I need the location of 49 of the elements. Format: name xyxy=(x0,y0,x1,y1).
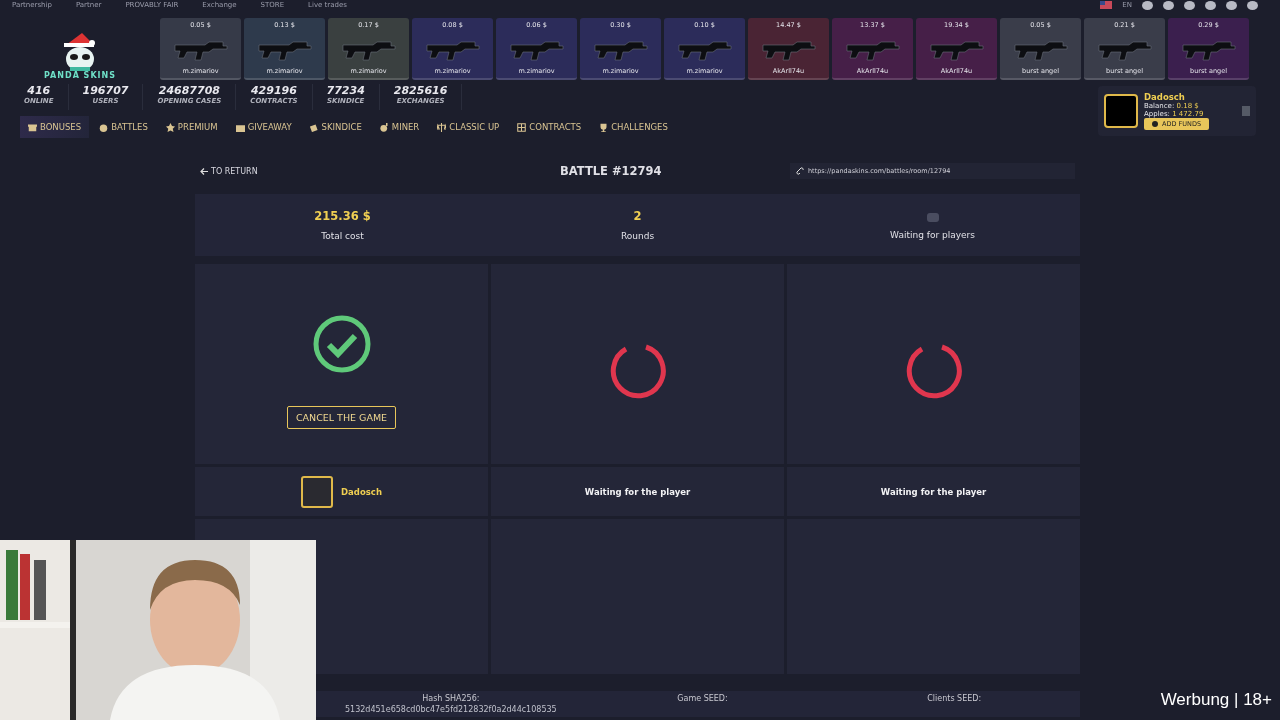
clients-seed-label: Clients SEED: xyxy=(927,694,982,703)
player-name[interactable]: Dadosch xyxy=(341,486,382,497)
user-name: Dadosch xyxy=(1144,92,1186,102)
waiting-text: Waiting for the player xyxy=(584,486,691,497)
link-icon xyxy=(796,167,804,175)
stat-value: 77234 xyxy=(326,84,365,97)
nav-icon xyxy=(309,122,319,132)
nav-tab[interactable]: BONUSES xyxy=(20,116,90,138)
nav-tab[interactable]: BATTLES xyxy=(91,116,156,138)
summary-label: Rounds xyxy=(620,231,655,241)
nav-icon xyxy=(599,122,609,132)
summary-value: 215.36 $ xyxy=(314,209,371,223)
stat-value: 416 xyxy=(27,84,51,97)
stat-value: 196707 xyxy=(82,84,129,97)
hash-label: Hash SHA256: xyxy=(422,694,480,703)
nav-icon xyxy=(235,122,245,132)
summary-label: Total cost xyxy=(321,231,364,241)
nav-tab[interactable]: MINER xyxy=(371,116,428,138)
player-avatar xyxy=(301,475,334,508)
summary-value: 2 xyxy=(633,209,642,223)
nav-tab[interactable]: SKINDICE xyxy=(301,116,370,138)
flag-icon xyxy=(1100,1,1113,9)
cancel-game-button[interactable]: CANCEL THE GAME xyxy=(286,405,397,429)
stat-value: 24687708 xyxy=(158,84,220,97)
back-link[interactable]: TO RETURN xyxy=(200,166,560,176)
nav-tab[interactable]: PREMIUM xyxy=(157,116,226,138)
game-seed-label: Game SEED: xyxy=(677,694,728,703)
hash-value: 5132d451e658cd0bc47e5fd212832f0a2d44c108535 xyxy=(345,705,557,714)
checkmark-icon xyxy=(311,313,372,374)
stat-value: 2825616 xyxy=(393,84,448,97)
nav-tab[interactable]: CHALLENGES xyxy=(591,116,676,138)
avatar[interactable] xyxy=(1104,94,1138,128)
stat-value: 429196 xyxy=(250,84,297,97)
nav-icon xyxy=(28,122,37,132)
nav-tab[interactable]: CLASSIC UP xyxy=(429,116,508,138)
nav-tab[interactable]: CONTRACTS xyxy=(509,116,590,138)
robot-icon xyxy=(925,210,940,222)
nav-tab[interactable]: GIVEAWAY xyxy=(227,116,300,138)
arrow-left-icon xyxy=(200,167,208,175)
waiting-text: Waiting for the player xyxy=(880,486,987,497)
nav-icon xyxy=(437,122,447,132)
logo-text: PANDA SKINS xyxy=(44,71,116,80)
ad-caption: Werbung | 18+ xyxy=(1160,690,1272,710)
summary-label: Waiting for players xyxy=(890,229,975,240)
nav-icon xyxy=(165,122,175,132)
nav-icon xyxy=(99,122,109,132)
nav-icon xyxy=(379,122,389,132)
nav-icon xyxy=(517,122,527,132)
battle-title: BATTLE #12794 xyxy=(560,164,663,178)
